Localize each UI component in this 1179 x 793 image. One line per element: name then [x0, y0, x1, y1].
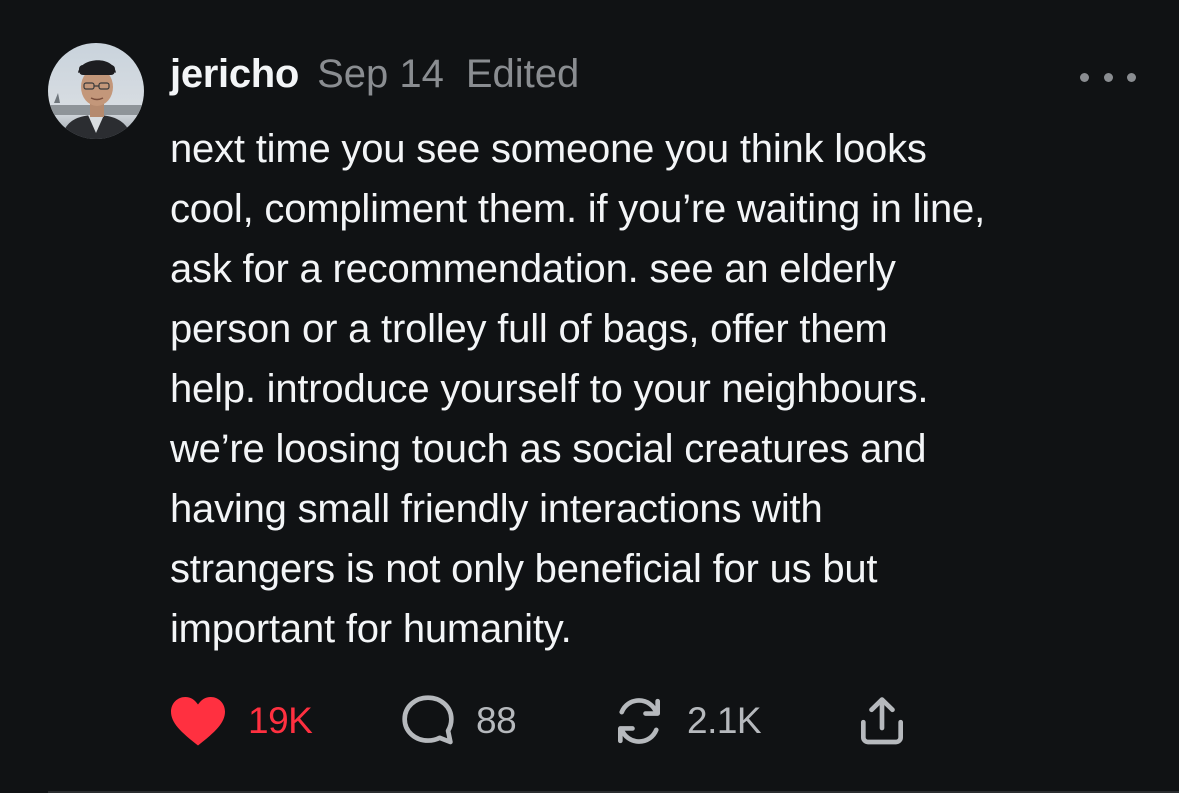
- dot: [1103, 72, 1113, 82]
- avatar-photo: [48, 43, 144, 139]
- repost-count: 2.1K: [687, 700, 762, 741]
- repost-icon: [618, 698, 660, 744]
- share-icon: [861, 697, 903, 745]
- dot: [1127, 72, 1136, 82]
- repost-button[interactable]: 2.1K: [611, 690, 762, 752]
- ellipsis-icon[interactable]: [1080, 62, 1136, 92]
- username[interactable]: jericho: [170, 52, 299, 97]
- post-body-line: strangers is not only beneficial for us …: [170, 547, 878, 591]
- edited-label: Edited: [465, 52, 580, 96]
- post-body-line: having small friendly interactions with: [170, 487, 823, 531]
- post-body-line: help. introduce yourself to your neighbo…: [170, 367, 929, 411]
- share-button[interactable]: [854, 690, 910, 752]
- like-button[interactable]: 19K: [168, 690, 313, 752]
- like-count: 19K: [248, 700, 313, 741]
- post-body-line: person or a trolley full of bags, offer …: [170, 307, 888, 351]
- post-body: next time you see someone you think look…: [170, 119, 1160, 659]
- speech-bubble-icon: [402, 695, 454, 745]
- reply-count: 88: [476, 700, 517, 741]
- post-date: Sep 14: [317, 52, 444, 96]
- thread-post: jericho Sep 14 Edited next time you see …: [0, 0, 1179, 793]
- post-body-line: ask for a recommendation. see an elderly: [170, 247, 896, 291]
- post-body-line: cool, compliment them. if you’re waiting…: [170, 187, 986, 231]
- post-body-line: next time you see someone you think look…: [170, 127, 927, 171]
- avatar[interactable]: [48, 43, 144, 139]
- post-header: jericho Sep 14 Edited: [170, 52, 579, 104]
- heart-icon: [171, 696, 225, 746]
- post-body-line: important for humanity.: [170, 607, 572, 651]
- post-body-line: we’re loosing touch as social creatures …: [170, 427, 927, 471]
- reply-button[interactable]: 88: [400, 690, 517, 752]
- dot: [1080, 72, 1089, 82]
